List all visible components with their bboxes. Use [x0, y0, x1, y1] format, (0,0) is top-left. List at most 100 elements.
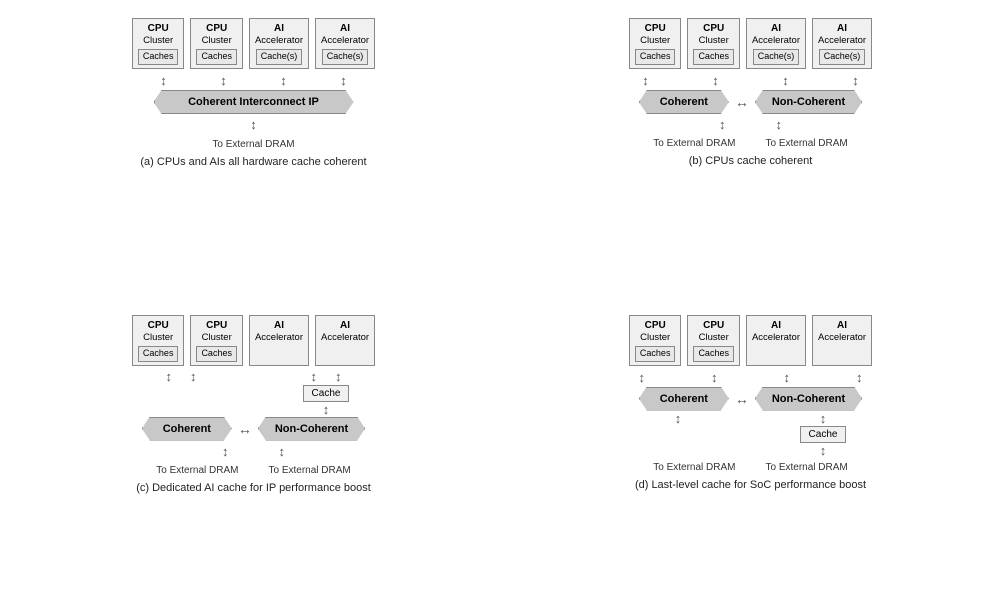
node-top: AI: [752, 22, 800, 35]
node-top: AI: [818, 22, 866, 35]
cache-mid-d: Cache: [800, 426, 847, 443]
node-top: AI: [255, 319, 303, 332]
node-ai1-b: AI Accelerator Cache(s): [746, 18, 806, 69]
node-ai2-a: AI Accelerator Cache(s): [315, 18, 375, 69]
arrow: ↕: [280, 73, 287, 88]
cache-tag: Cache(s): [256, 49, 303, 65]
node-sub: Cluster: [635, 332, 676, 344]
node-top: AI: [321, 22, 369, 35]
diagram-a: CPU Cluster Caches CPU Cluster Caches AI…: [10, 10, 497, 297]
dram-right-c: To External DRAM: [269, 465, 351, 476]
banners-row-d: Coherent ↔ Non-Coherent: [639, 387, 862, 411]
arrow-d1: ↕: [639, 370, 646, 385]
interconnect-banner-a: Coherent Interconnect IP: [154, 90, 354, 114]
cache-tag: Cache(s): [819, 49, 866, 65]
node-sub: Accelerator: [818, 35, 866, 47]
banners-row-b: Coherent ↔ Non-Coherent: [639, 90, 862, 114]
arrow: ↕: [852, 73, 859, 88]
dram-left-c: To External DRAM: [156, 465, 238, 476]
dram-right-b: To External DRAM: [766, 138, 848, 149]
banners-row-c: Coherent ↔ Non-Coherent: [142, 417, 365, 441]
horiz-arrow: ↔: [735, 94, 749, 110]
node-sub: Cluster: [138, 332, 179, 344]
node-top: AI: [255, 22, 303, 35]
node-top: AI: [752, 319, 800, 332]
arrow-down-right: ↕: [776, 117, 783, 132]
node-sub: Cluster: [693, 35, 734, 47]
caption-a: (a) CPUs and AIs all hardware cache cohe…: [140, 156, 366, 168]
cache-tag: Caches: [138, 49, 179, 65]
node-top: CPU: [138, 319, 179, 332]
dram-row-b: To External DRAM To External DRAM: [653, 134, 848, 149]
node-ai1-a: AI Accelerator Cache(s): [249, 18, 309, 69]
node-top: CPU: [635, 319, 676, 332]
dram-right-d: To External DRAM: [766, 462, 848, 473]
nodes-row-d: CPU Cluster Caches CPU Cluster Caches AI…: [629, 315, 872, 366]
cache-tag: Caches: [138, 346, 179, 362]
node-ai2-c: AI Accelerator: [315, 315, 375, 366]
arrow-down: ↕: [250, 117, 257, 132]
noncoherent-banner-b: Non-Coherent: [755, 90, 862, 114]
arrow-cache-d-bottom: ↕: [820, 443, 827, 458]
node-top: AI: [321, 319, 369, 332]
arrow-d4: ↕: [856, 370, 863, 385]
arrow-down-left-c: ↕: [222, 444, 229, 459]
dram-label-a: To External DRAM: [212, 139, 294, 150]
diagram-d: CPU Cluster Caches CPU Cluster Caches AI…: [507, 307, 994, 594]
horiz-arrow-c: ↔: [238, 421, 252, 437]
node-sub: Accelerator: [255, 332, 303, 344]
arrow-down-right-c: ↕: [279, 444, 286, 459]
coherent-banner-c: Coherent: [142, 417, 232, 441]
node-sub: Cluster: [635, 35, 676, 47]
node-cpu1-d: CPU Cluster Caches: [629, 315, 682, 366]
cache-tag: Cache(s): [322, 49, 369, 65]
dram-row-d: To External DRAM To External DRAM: [653, 458, 848, 473]
node-top: CPU: [196, 22, 237, 35]
cache-tag: Caches: [635, 346, 676, 362]
node-ai1-d: AI Accelerator: [746, 315, 806, 366]
arrow-down-left-d: ↕: [675, 411, 682, 426]
node-ai2-b: AI Accelerator Cache(s): [812, 18, 872, 69]
arrow-c3: ↕: [311, 369, 318, 384]
arrow-cache-d-top: ↕: [820, 411, 827, 426]
node-top: AI: [818, 319, 866, 332]
dram-row-c: To External DRAM To External DRAM: [156, 461, 351, 476]
node-top: CPU: [635, 22, 676, 35]
arrow: ↕: [340, 73, 347, 88]
node-cpu1-b: CPU Cluster Caches: [629, 18, 682, 69]
coherent-banner-b: Coherent: [639, 90, 729, 114]
horiz-arrow-d: ↔: [735, 391, 749, 407]
noncoherent-banner-d: Non-Coherent: [755, 387, 862, 411]
node-sub: Cluster: [693, 332, 734, 344]
cache-tag: Caches: [693, 346, 734, 362]
cache-tag: Caches: [196, 49, 237, 65]
coherent-banner-d: Coherent: [639, 387, 729, 411]
caption-c: (c) Dedicated AI cache for IP performanc…: [136, 482, 371, 494]
node-cpu2-d: CPU Cluster Caches: [687, 315, 740, 366]
node-sub: Accelerator: [321, 332, 369, 344]
nodes-row-b: CPU Cluster Caches CPU Cluster Caches AI…: [629, 18, 872, 69]
cache-tag: Caches: [693, 49, 734, 65]
node-sub: Accelerator: [752, 35, 800, 47]
nodes-row-a: CPU Cluster Caches CPU Cluster Caches AI…: [132, 18, 375, 69]
node-top: CPU: [693, 22, 734, 35]
caption-d: (d) Last-level cache for SoC performance…: [635, 479, 866, 491]
node-cpu1-c: CPU Cluster Caches: [132, 315, 185, 366]
caption-b: (b) CPUs cache coherent: [689, 155, 813, 167]
arrow: ↕: [782, 73, 789, 88]
nodes-row-c: CPU Cluster Caches CPU Cluster Caches AI…: [132, 315, 375, 366]
arrow: ↕: [712, 73, 719, 88]
page: CPU Cluster Caches CPU Cluster Caches AI…: [0, 0, 1004, 603]
cache-mid-c: Cache: [303, 385, 350, 402]
node-sub: Cluster: [196, 332, 237, 344]
node-sub: Accelerator: [818, 332, 866, 344]
node-cpu2-a: CPU Cluster Caches: [190, 18, 243, 69]
node-sub: Cluster: [138, 35, 179, 47]
cache-tag: Cache(s): [753, 49, 800, 65]
node-top: CPU: [138, 22, 179, 35]
node-sub: Accelerator: [321, 35, 369, 47]
arrow-d2: ↕: [711, 370, 718, 385]
arrow: ↕: [160, 73, 167, 88]
dram-left-b: To External DRAM: [653, 138, 735, 149]
diagram-c: CPU Cluster Caches CPU Cluster Caches AI…: [10, 307, 497, 594]
